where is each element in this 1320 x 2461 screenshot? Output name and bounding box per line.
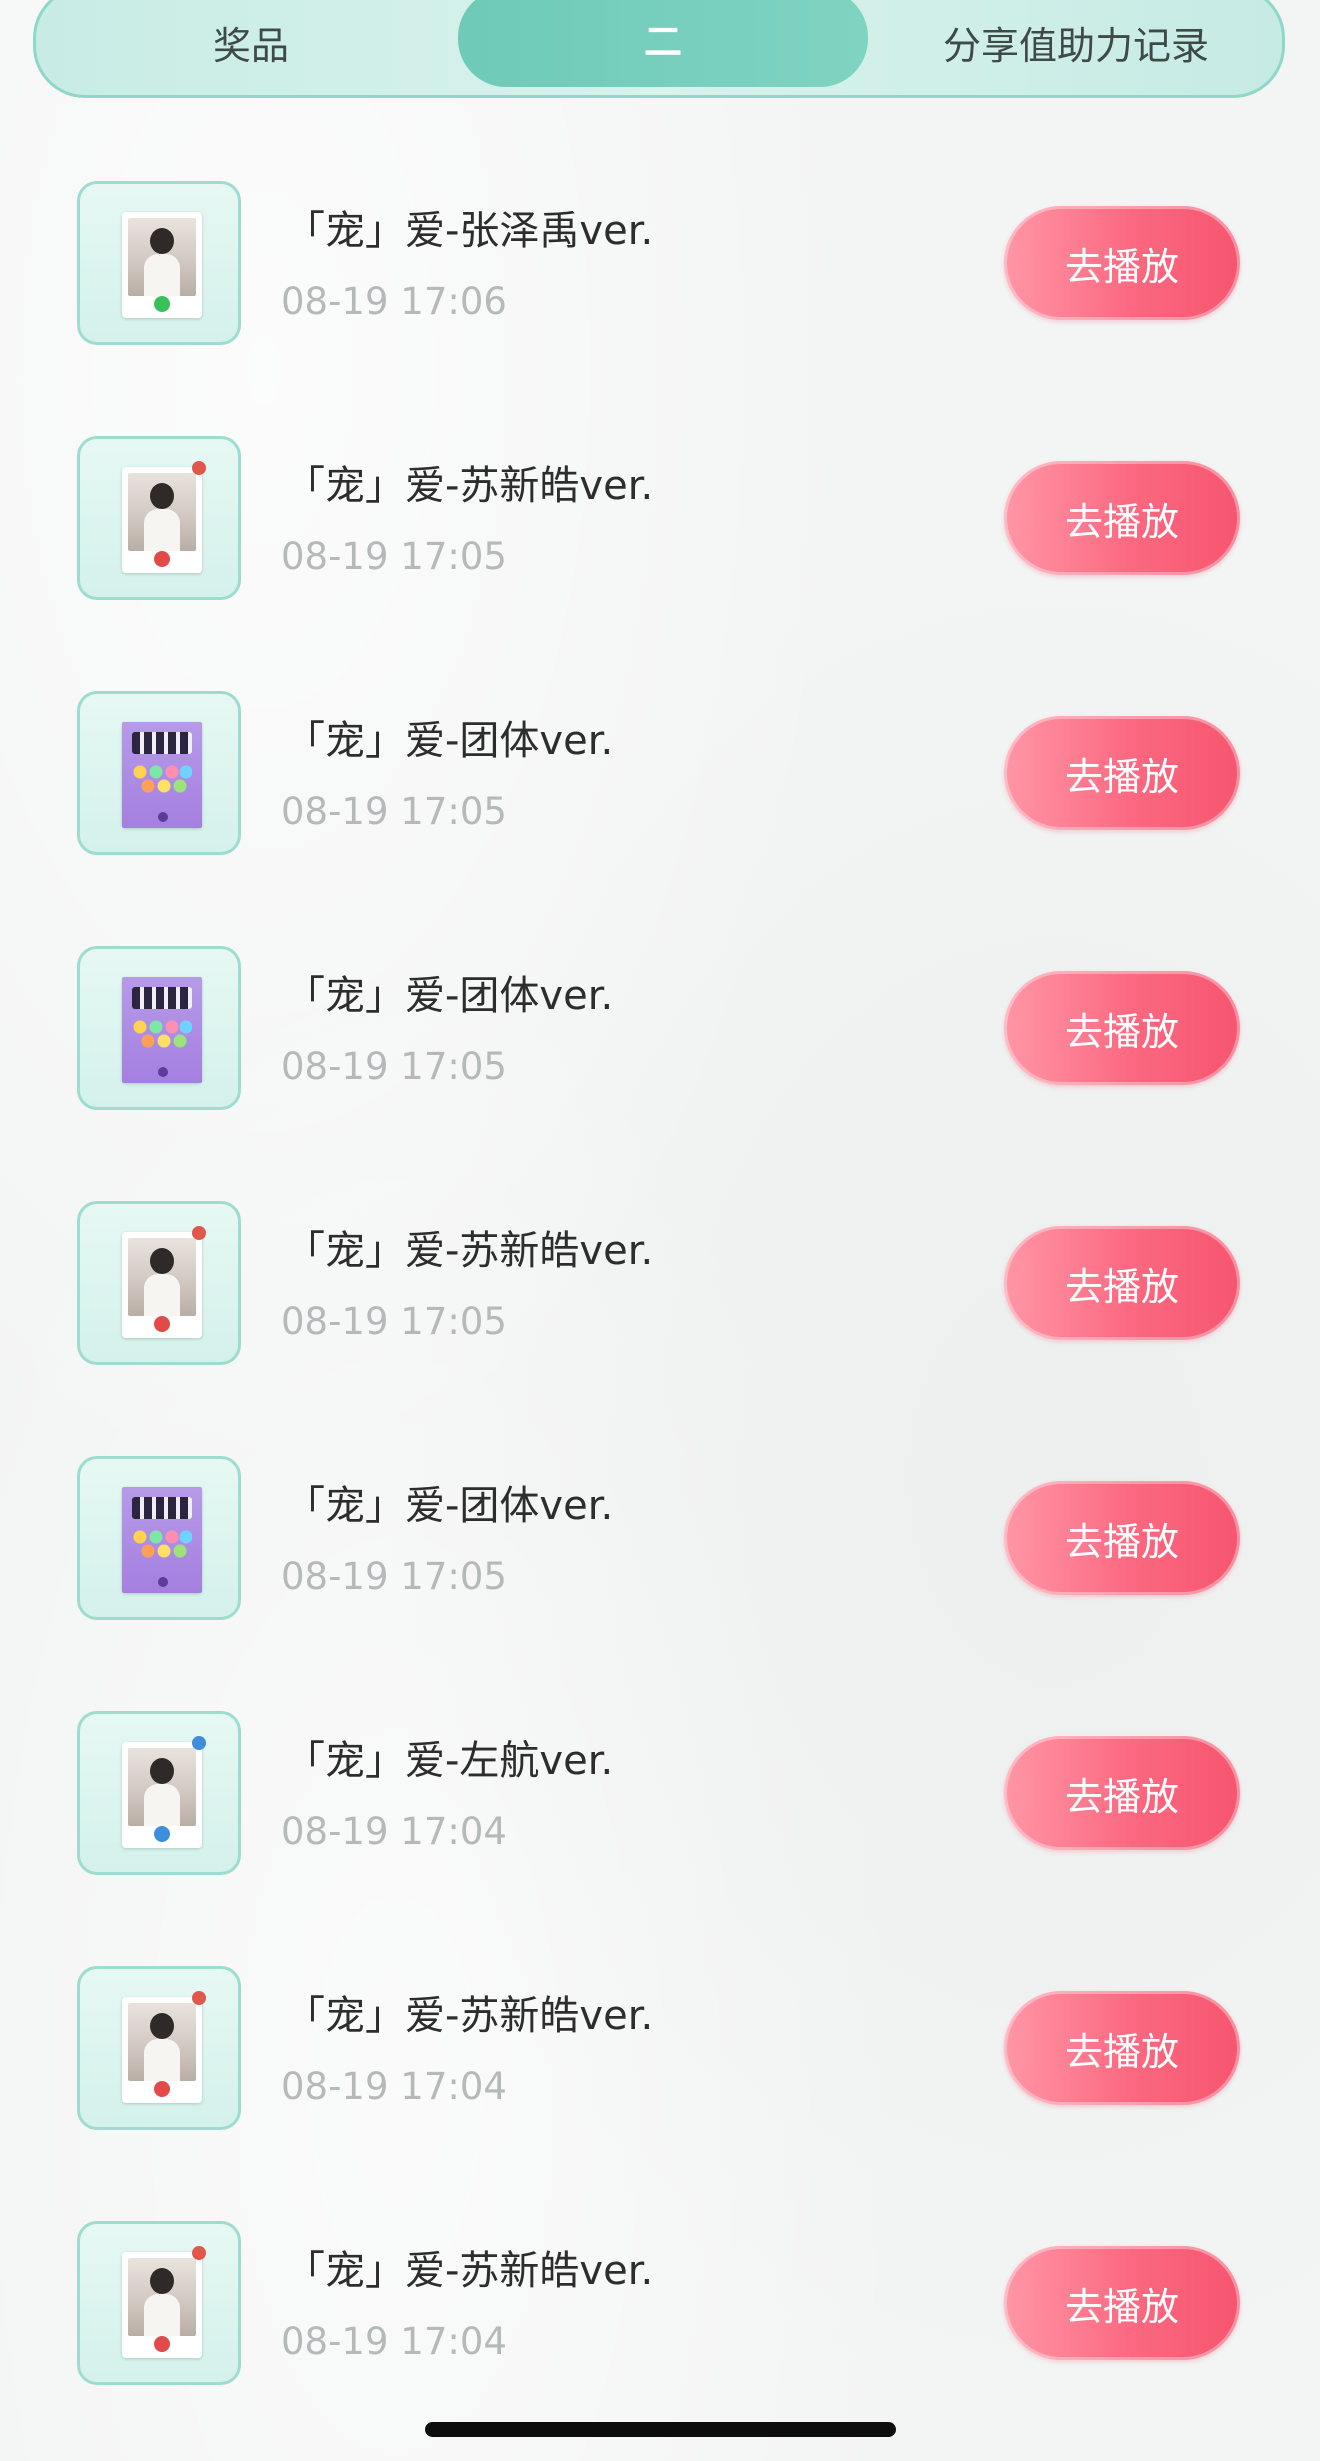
list-item: 「宠」爱-左航ver. 08-19 17:04 去播放 [0,1711,1320,1911]
balloons-graphic [132,764,192,794]
polaroid-photo [122,1991,206,2103]
tab-bar: 奖品 二 分享值助力记录 [33,0,1285,98]
member-photo [128,218,196,296]
list-item: 「宠」爱-苏新皓ver. 08-19 17:05 去播放 [0,436,1320,636]
play-button[interactable]: 去播放 [1004,206,1240,320]
record-time: 08-19 17:04 [281,1810,507,1853]
record-title: 「宠」爱-苏新皓ver. [285,463,654,509]
sticker-icon [192,1991,206,2005]
home-indicator [425,2422,896,2437]
balloons-graphic [132,1529,192,1559]
play-button[interactable]: 去播放 [1004,716,1240,830]
record-time: 08-19 17:06 [281,280,507,323]
record-title: 「宠」爱-苏新皓ver. [285,1993,654,2039]
play-button[interactable]: 去播放 [1004,461,1240,575]
play-button[interactable]: 去播放 [1004,971,1240,1085]
member-photo [128,473,196,551]
play-button[interactable]: 去播放 [1004,1991,1240,2105]
tab-current[interactable]: 二 [458,0,868,87]
tab-prizes[interactable]: 奖品 [36,0,466,95]
polaroid-photo [122,1226,206,1338]
list-item: 「宠」爱-苏新皓ver. 08-19 17:05 去播放 [0,1201,1320,1401]
record-title: 「宠」爱-苏新皓ver. [285,2248,654,2294]
member-photo [128,1238,196,1316]
tab-share-records[interactable]: 分享值助力记录 [866,0,1286,95]
member-photo [128,2003,196,2081]
polaroid-photo [122,722,202,828]
sticker-icon [192,1226,206,1240]
record-title: 「宠」爱-左航ver. [285,1738,614,1784]
card-thumbnail [77,1201,241,1365]
record-title: 「宠」爱-团体ver. [285,1483,614,1529]
list-item: 「宠」爱-团体ver. 08-19 17:05 去播放 [0,1456,1320,1656]
play-button[interactable]: 去播放 [1004,1736,1240,1850]
record-time: 08-19 17:05 [281,790,507,833]
card-thumbnail [77,691,241,855]
sticker-icon [158,812,168,822]
card-thumbnail [77,946,241,1110]
record-title: 「宠」爱-张泽禹ver. [285,208,654,254]
card-thumbnail [77,1456,241,1620]
record-time: 08-19 17:04 [281,2320,507,2363]
play-button[interactable]: 去播放 [1004,1226,1240,1340]
list-item: 「宠」爱-苏新皓ver. 08-19 17:04 去播放 [0,2221,1320,2421]
sticker-icon [158,1067,168,1077]
polaroid-photo [122,1487,202,1593]
card-thumbnail [77,2221,241,2385]
record-time: 08-19 17:05 [281,1300,507,1343]
list-item: 「宠」爱-苏新皓ver. 08-19 17:04 去播放 [0,1966,1320,2166]
balloons-graphic [132,1019,192,1049]
arrow-icon [154,1826,170,1842]
sticker-icon [154,1316,170,1332]
record-title: 「宠」爱-团体ver. [285,973,614,1019]
group-members-graphic [132,987,192,1009]
sticker-icon [192,2246,206,2260]
record-time: 08-19 17:04 [281,2065,507,2108]
card-thumbnail [77,1966,241,2130]
list-item: 「宠」爱-团体ver. 08-19 17:05 去播放 [0,691,1320,891]
card-thumbnail [77,1711,241,1875]
sticker-icon [192,461,206,475]
polaroid-photo [122,1736,206,1848]
record-title: 「宠」爱-团体ver. [285,718,614,764]
member-photo [128,1748,196,1826]
group-members-graphic [132,1497,192,1519]
polaroid-photo [122,2246,206,2358]
sticker-icon [154,2081,170,2097]
sticker-icon [154,296,170,312]
record-title: 「宠」爱-苏新皓ver. [285,1228,654,1274]
polaroid-photo [122,977,202,1083]
polaroid-photo [122,212,202,318]
sticker-icon [158,1577,168,1587]
list-item: 「宠」爱-团体ver. 08-19 17:05 去播放 [0,946,1320,1146]
sticker-icon [154,2336,170,2352]
group-members-graphic [132,732,192,754]
member-photo [128,2258,196,2336]
list-item: 「宠」爱-张泽禹ver. 08-19 17:06 去播放 [0,181,1320,381]
record-time: 08-19 17:05 [281,1555,507,1598]
sticker-icon [192,1736,206,1750]
play-button[interactable]: 去播放 [1004,2246,1240,2360]
card-thumbnail [77,436,241,600]
polaroid-photo [122,461,206,573]
card-thumbnail [77,181,241,345]
sticker-icon [154,551,170,567]
record-time: 08-19 17:05 [281,535,507,578]
record-time: 08-19 17:05 [281,1045,507,1088]
play-button[interactable]: 去播放 [1004,1481,1240,1595]
